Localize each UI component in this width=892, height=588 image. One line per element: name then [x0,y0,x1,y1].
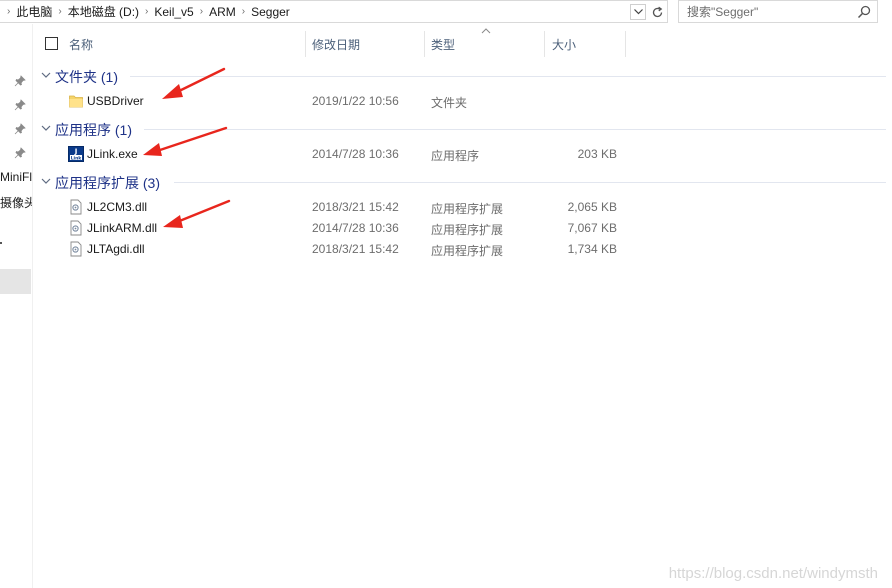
nav-item-selected[interactable] [0,269,31,294]
file-type: 应用程序扩展 [431,223,504,237]
file-size: 7,067 KB [567,221,617,235]
group-header-applications[interactable]: 应用程序 (1) [34,119,886,139]
refresh-icon [652,6,662,17]
file-date: 2018/3/21 15:42 [312,200,399,214]
column-type[interactable]: 类型 [431,31,455,57]
file-size: 2,065 KB [567,200,617,214]
group-label: 应用程序 (1) [55,122,132,138]
pin-icon[interactable] [14,99,26,111]
file-name: USBDriver [87,94,144,108]
file-name: JLink.exe [87,147,138,161]
chevron-right-icon[interactable]: › [4,6,13,17]
dll-file-icon [70,220,82,236]
nav-item-minifl[interactable]: MiniFl [0,170,32,184]
dll-file-icon [70,241,82,257]
search-input[interactable]: 搜索"Segger" [687,3,758,20]
column-type-label: 类型 [431,37,456,52]
annotation-layer [143,67,231,228]
refresh-button[interactable] [649,3,665,21]
file-name: JLinkARM.dll [87,221,158,235]
group-header-folders[interactable]: 文件夹 (1) [34,66,886,86]
group-divider-line [130,76,886,77]
chevron-right-icon[interactable]: › [55,6,64,17]
file-name: JLTAgdi.dll [87,242,145,256]
group-label: 文件夹 (1) [55,69,118,85]
chevron-down-icon[interactable] [40,175,52,187]
breadcrumb-local-disk[interactable]: 本地磁盘 (D:) [65,3,142,20]
chevron-right-icon[interactable]: › [239,6,248,17]
file-size: 203 KB [577,147,617,161]
file-row-usbdriver[interactable]: USBDriver 2019/1/22 10:56 文件夹 [34,91,886,112]
folder-icon [69,95,83,108]
breadcrumb-arm[interactable]: ARM [206,5,239,19]
file-row-jlink-exe[interactable]: J Link JLink.exe 2014/7/28 10:36 应用程序 20… [34,144,886,165]
address-bar[interactable]: › 此电脑 › 本地磁盘 (D:) › Keil_v5 › ARM › Segg… [0,0,668,23]
file-name: JL2CM3.dll [87,200,148,214]
file-row-jltagdi-dll[interactable]: JLTAgdi.dll 2018/3/21 15:42 应用程序扩展 1,734… [34,239,886,260]
search-box[interactable]: 搜索"Segger" [678,0,878,23]
toolbar: › 此电脑 › 本地磁盘 (D:) › Keil_v5 › ARM › Segg… [0,0,892,24]
group-divider-line [174,182,886,183]
chevron-down-icon[interactable] [40,69,52,81]
column-date[interactable]: 修改日期 [312,31,360,57]
file-row-jl2cm3-dll[interactable]: JL2CM3.dll 2018/3/21 15:42 应用程序扩展 2,065 … [34,197,886,218]
jlink-app-icon: J Link [68,146,84,162]
pin-icon[interactable] [14,147,26,159]
svg-text:J: J [74,148,78,156]
column-header: 名称 修改日期 类型 大小 [34,31,892,57]
pin-icon[interactable] [14,123,26,135]
chevron-down-icon[interactable] [40,122,52,134]
file-row-jlinkarm-dll[interactable]: JLinkARM.dll 2014/7/28 10:36 应用程序扩展 7,06… [34,218,886,239]
column-divider[interactable] [544,31,545,57]
breadcrumb-segger[interactable]: Segger [248,5,293,19]
column-divider[interactable] [305,31,306,57]
breadcrumb: › 此电脑 › 本地磁盘 (D:) › Keil_v5 › ARM › Segg… [0,1,293,22]
chevron-down-icon [633,9,643,15]
column-date-label: 修改日期 [312,37,361,52]
search-icon[interactable] [857,5,871,19]
column-divider[interactable] [625,31,626,57]
pin-icon[interactable] [14,75,26,87]
file-type: 应用程序 [431,149,480,163]
column-size[interactable]: 大小 [552,31,576,57]
chevron-right-icon[interactable]: › [142,6,151,17]
file-size: 1,734 KB [567,242,617,256]
group-divider-line [144,129,886,130]
dll-file-icon [70,199,82,215]
breadcrumb-this-pc[interactable]: 此电脑 [13,3,55,20]
group-label: 应用程序扩展 (3) [55,175,160,191]
breadcrumb-keil[interactable]: Keil_v5 [151,5,196,19]
column-name-label: 名称 [69,37,94,52]
svg-text:Link: Link [71,155,83,161]
nav-divider [0,242,2,244]
column-name[interactable]: 名称 [69,31,93,57]
nav-item-camera[interactable]: 摄像头 [0,194,32,211]
column-size-label: 大小 [552,37,577,52]
chevron-right-icon[interactable]: › [197,6,206,17]
file-date: 2014/7/28 10:36 [312,221,399,235]
file-type: 应用程序扩展 [431,244,504,258]
watermark: https://blog.csdn.net/windymsth [668,565,878,582]
sort-ascending-icon [481,28,491,34]
navigation-pane: MiniFl 摄像头 [0,24,33,588]
file-date: 2018/3/21 15:42 [312,242,399,256]
column-divider[interactable] [424,31,425,57]
group-header-app-extensions[interactable]: 应用程序扩展 (3) [34,172,886,192]
file-type: 应用程序扩展 [431,202,504,216]
select-all-checkbox[interactable] [45,37,58,50]
file-date: 2014/7/28 10:36 [312,147,399,161]
file-type: 文件夹 [431,96,468,110]
file-date: 2019/1/22 10:56 [312,94,399,108]
address-history-dropdown[interactable] [630,4,646,20]
